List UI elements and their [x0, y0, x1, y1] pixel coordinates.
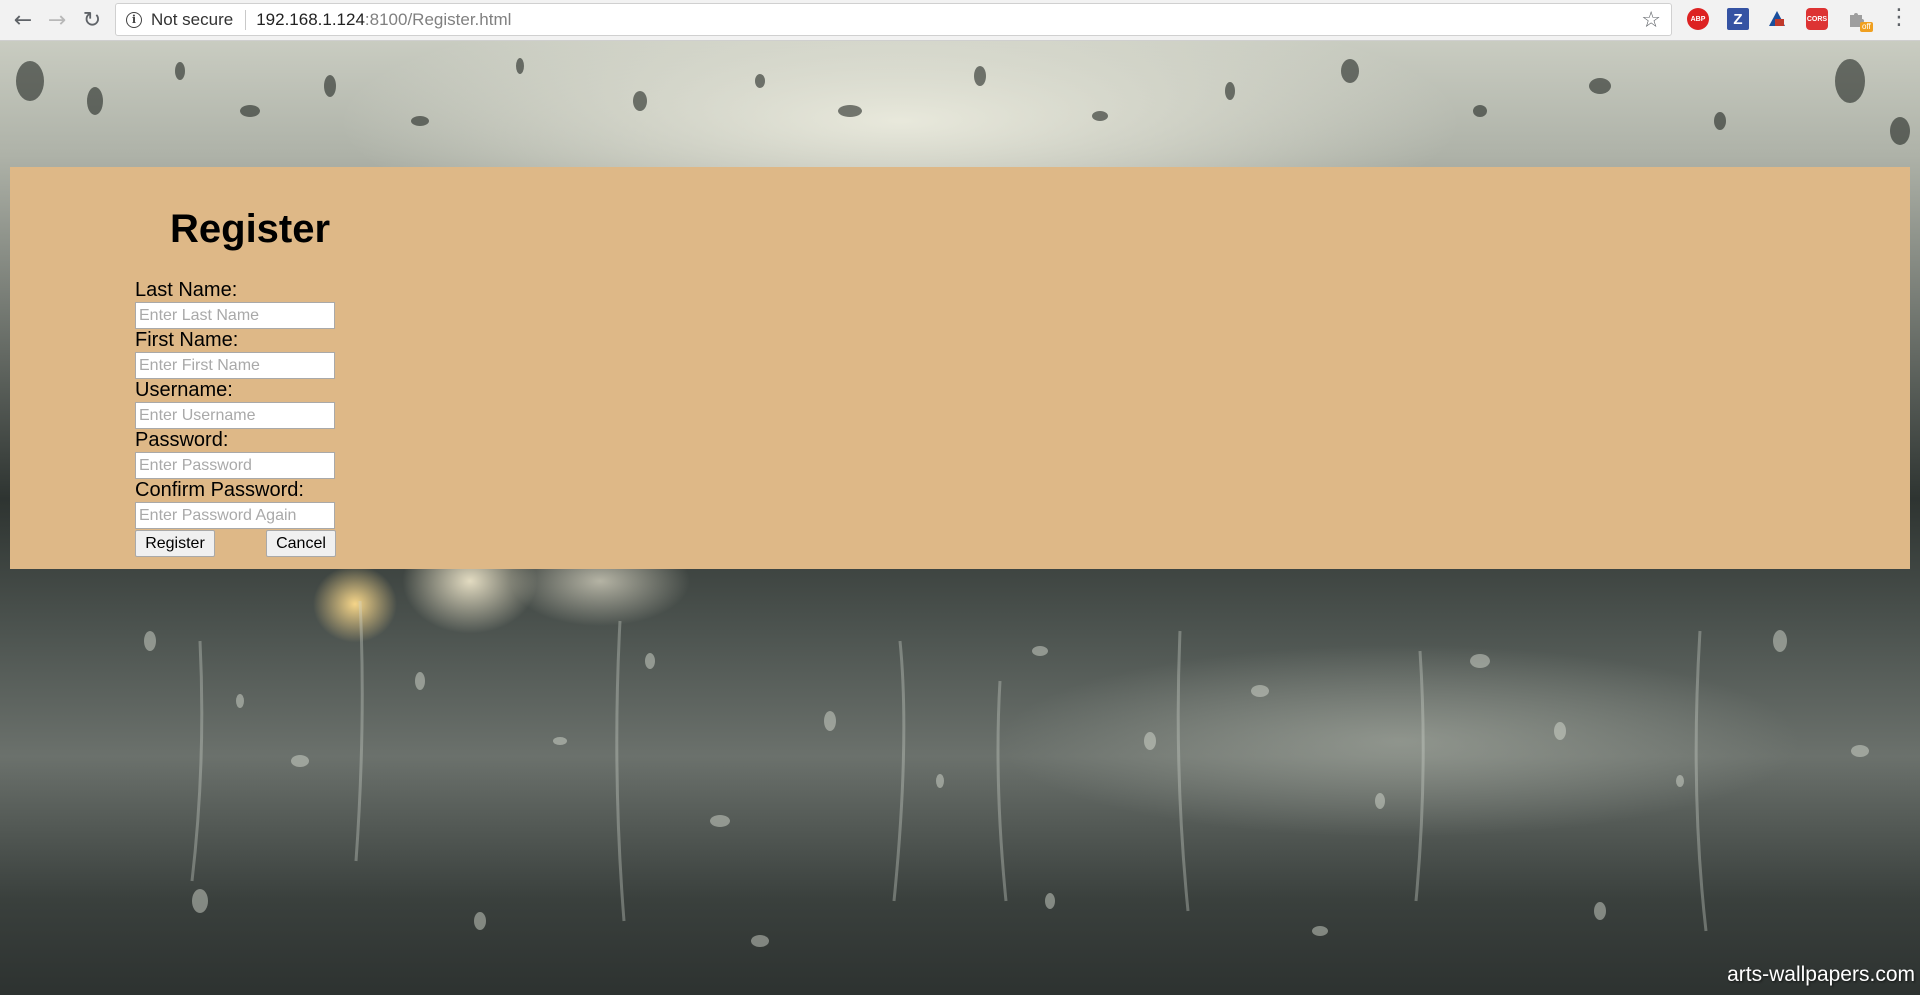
bookmark-star-icon[interactable]: ☆ [1641, 8, 1661, 33]
confirm-password-input[interactable] [135, 502, 335, 529]
url-text[interactable]: 192.168.1.124:8100/Register.html [256, 10, 511, 30]
last-name-label: Last Name: [135, 279, 238, 301]
last-name-input[interactable] [135, 302, 335, 329]
omnibox-divider [245, 9, 247, 30]
register-panel: Register Last Name: First Name: Username… [10, 167, 1910, 569]
password-input[interactable] [135, 452, 335, 479]
security-status[interactable]: Not secure [151, 10, 233, 30]
page-title: Register [170, 207, 331, 251]
confirm-password-label: Confirm Password: [135, 479, 304, 501]
ie-tab-icon[interactable] [1766, 8, 1788, 30]
adblock-plus-icon[interactable]: ABP [1687, 8, 1709, 30]
first-name-input[interactable] [135, 352, 335, 379]
page-background: Register Last Name: First Name: Username… [0, 41, 1920, 995]
register-form: Last Name: First Name: Username: Passwor… [135, 279, 355, 558]
browser-menu-icon[interactable]: ⋮ [1888, 7, 1910, 29]
url-path: :8100/Register.html [364, 9, 512, 29]
username-input[interactable] [135, 402, 335, 429]
username-label: Username: [135, 379, 233, 401]
address-bar[interactable]: i Not secure 192.168.1.124:8100/Register… [115, 3, 1672, 36]
password-label: Password: [135, 429, 229, 451]
info-icon[interactable]: i [126, 11, 142, 28]
wallpaper-watermark: arts-wallpapers.com [1727, 963, 1915, 986]
url-host: 192.168.1.124 [256, 9, 365, 29]
browser-toolbar: ← → ↻ i Not secure 192.168.1.124:8100/Re… [0, 0, 1920, 41]
first-name-label: First Name: [135, 329, 239, 351]
forward-arrow-icon[interactable]: → [42, 6, 72, 36]
extension-off-badge: off [1860, 22, 1873, 32]
cancel-button[interactable]: Cancel [266, 530, 336, 557]
reload-icon[interactable]: ↻ [77, 6, 107, 36]
back-arrow-icon[interactable]: ← [8, 6, 38, 36]
register-button[interactable]: Register [135, 530, 215, 557]
zotero-icon[interactable]: Z [1727, 8, 1749, 30]
cors-icon[interactable]: CORS [1806, 8, 1828, 30]
form-buttons: Register Cancel [135, 530, 355, 558]
